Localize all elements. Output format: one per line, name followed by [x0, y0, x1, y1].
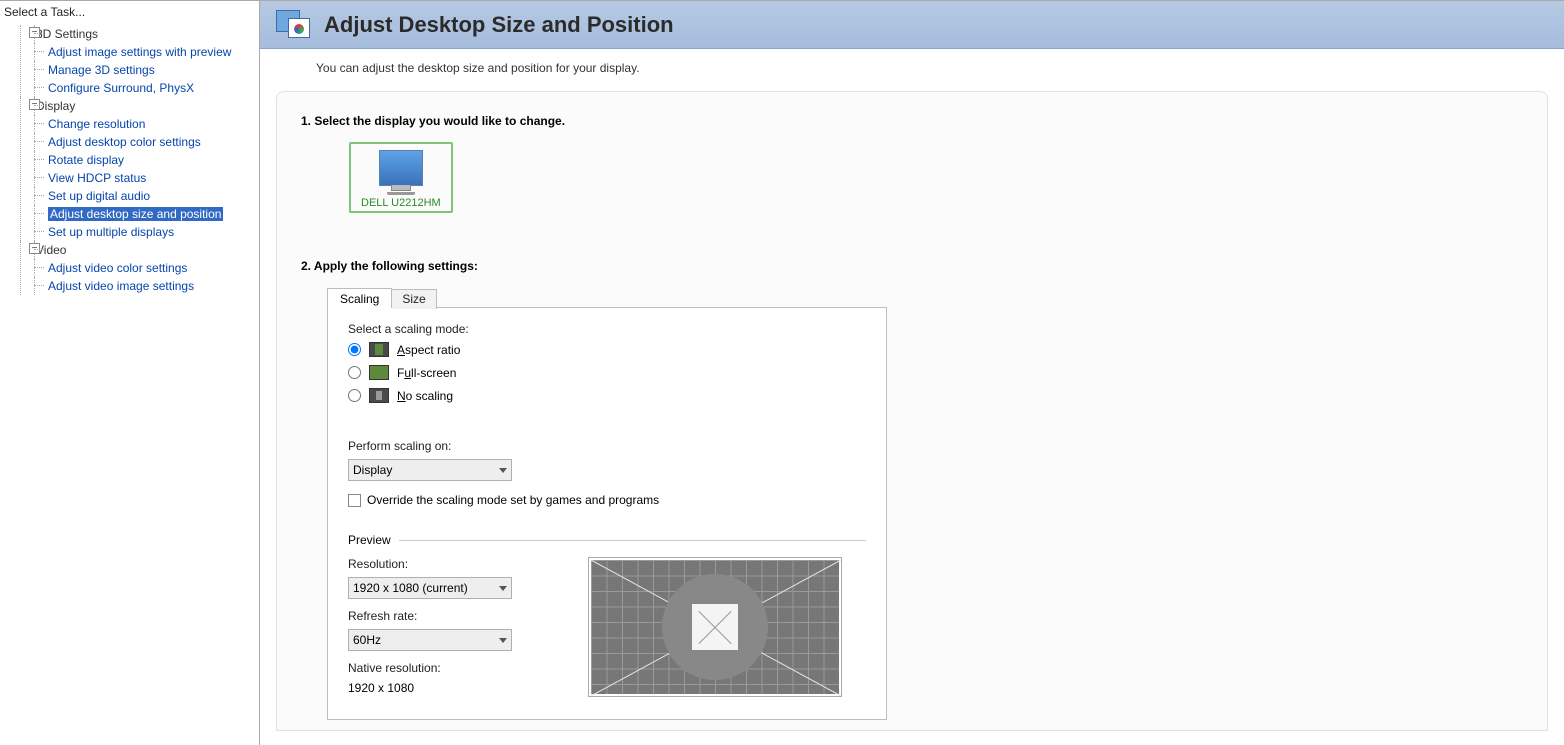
- tree-link[interactable]: Adjust video color settings: [48, 261, 187, 275]
- scaling-mode-radio[interactable]: [348, 366, 361, 379]
- resolution-value: 1920 x 1080 (current): [353, 581, 468, 595]
- refresh-label: Refresh rate:: [348, 609, 528, 623]
- preview-image: [588, 557, 842, 697]
- override-label: Override the scaling mode set by games a…: [367, 493, 659, 507]
- title-bar: Adjust Desktop Size and Position: [260, 1, 1564, 49]
- perform-scaling-select[interactable]: Display: [348, 459, 512, 481]
- tree-link[interactable]: Manage 3D settings: [48, 63, 155, 77]
- scaling-mode-option-label: Aspect ratio: [397, 343, 460, 357]
- scaling-mode-label: Select a scaling mode:: [348, 322, 866, 336]
- preview-label: Preview: [348, 533, 391, 547]
- refresh-value: 60Hz: [353, 633, 381, 647]
- task-tree: −3D SettingsAdjust image settings with p…: [0, 23, 259, 295]
- tab-size[interactable]: Size: [392, 289, 436, 309]
- tree-link[interactable]: Adjust video image settings: [48, 279, 194, 293]
- perform-scaling-value: Display: [353, 463, 392, 477]
- step2-label: 2. Apply the following settings:: [301, 259, 1523, 273]
- page-title: Adjust Desktop Size and Position: [324, 12, 674, 38]
- tree-toggle-icon[interactable]: −: [29, 27, 40, 38]
- display-thumbnail[interactable]: DELL U2212HM: [349, 142, 453, 213]
- scaling-mode-radio[interactable]: [348, 389, 361, 402]
- tree-toggle-icon[interactable]: −: [29, 243, 40, 254]
- tab-scaling[interactable]: Scaling: [327, 288, 392, 308]
- override-checkbox[interactable]: [348, 494, 361, 507]
- chevron-down-icon: [499, 638, 507, 643]
- tree-link[interactable]: Set up digital audio: [48, 189, 150, 203]
- sidebar-title: Select a Task...: [0, 3, 259, 23]
- scaling-mode-option-label: No scaling: [397, 389, 453, 403]
- tree-link[interactable]: Adjust desktop size and position: [48, 207, 223, 221]
- tree-group-label[interactable]: 3D Settings: [36, 27, 98, 41]
- monitor-icon: [379, 150, 423, 186]
- scaling-mode-icon: [369, 388, 389, 403]
- tree-link[interactable]: Set up multiple displays: [48, 225, 174, 239]
- native-value: 1920 x 1080: [348, 681, 528, 695]
- main-panel: Adjust Desktop Size and Position You can…: [260, 1, 1564, 745]
- chevron-down-icon: [499, 586, 507, 591]
- resolution-select[interactable]: 1920 x 1080 (current): [348, 577, 512, 599]
- tree-group-label[interactable]: Display: [36, 99, 75, 113]
- display-position-icon: [276, 10, 310, 40]
- native-label: Native resolution:: [348, 661, 528, 675]
- step1-label: 1. Select the display you would like to …: [301, 114, 1523, 128]
- display-name: DELL U2212HM: [361, 197, 441, 209]
- tree-link[interactable]: Configure Surround, PhysX: [48, 81, 194, 95]
- scaling-mode-icon: [369, 342, 389, 357]
- scaling-panel: Select a scaling mode: Aspect ratio Full-…: [327, 307, 887, 720]
- scaling-mode-option-label: Full-screen: [397, 366, 456, 380]
- tree-toggle-icon[interactable]: −: [29, 99, 40, 110]
- perform-scaling-label: Perform scaling on:: [348, 439, 866, 453]
- refresh-select[interactable]: 60Hz: [348, 629, 512, 651]
- tree-group-label[interactable]: Video: [36, 243, 66, 257]
- intro-text: You can adjust the desktop size and posi…: [260, 49, 1564, 91]
- chevron-down-icon: [499, 468, 507, 473]
- scaling-mode-icon: [369, 365, 389, 380]
- scaling-mode-radio[interactable]: [348, 343, 361, 356]
- sidebar: Select a Task... −3D SettingsAdjust imag…: [0, 1, 260, 745]
- divider: [399, 540, 866, 541]
- tree-link[interactable]: View HDCP status: [48, 171, 146, 185]
- content-area: 1. Select the display you would like to …: [276, 91, 1548, 731]
- resolution-label: Resolution:: [348, 557, 528, 571]
- tree-link[interactable]: Change resolution: [48, 117, 145, 131]
- tree-link[interactable]: Adjust desktop color settings: [48, 135, 201, 149]
- tree-link[interactable]: Rotate display: [48, 153, 124, 167]
- tree-link[interactable]: Adjust image settings with preview: [48, 45, 231, 59]
